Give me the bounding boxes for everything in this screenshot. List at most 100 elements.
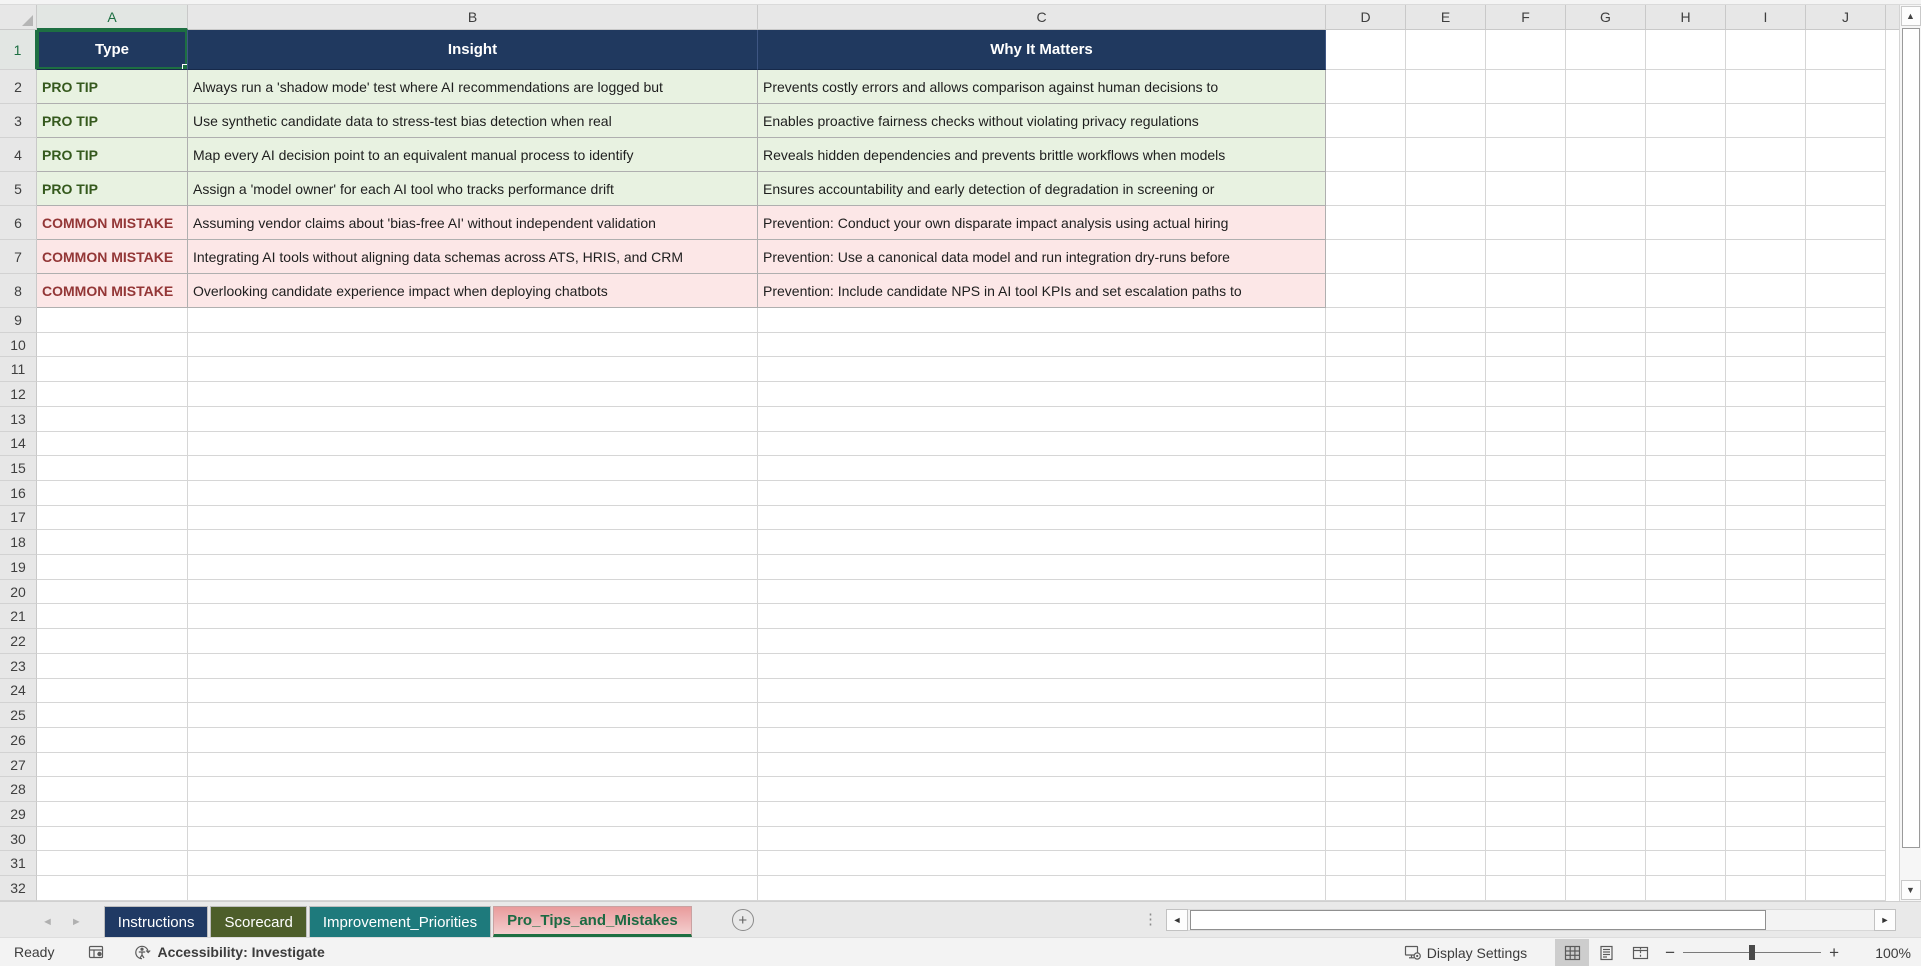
- row-header-26[interactable]: 26: [0, 727, 37, 753]
- cell-H13[interactable]: [1646, 406, 1726, 432]
- cell-J31[interactable]: [1806, 851, 1886, 877]
- cell-E22[interactable]: [1406, 629, 1486, 654]
- cell-A23[interactable]: [37, 653, 188, 679]
- cell-E6[interactable]: [1406, 206, 1486, 240]
- cell-D5[interactable]: [1326, 172, 1406, 206]
- cell-J15[interactable]: [1806, 456, 1886, 481]
- column-header-C[interactable]: C: [758, 5, 1326, 30]
- cell-B17[interactable]: [188, 505, 758, 531]
- cell-I11[interactable]: [1726, 357, 1806, 383]
- cell-G30[interactable]: [1566, 826, 1646, 852]
- cell-H10[interactable]: [1646, 332, 1726, 358]
- row-header-18[interactable]: 18: [0, 530, 37, 556]
- cell-J26[interactable]: [1806, 727, 1886, 753]
- cell-A5[interactable]: PRO TIP: [37, 172, 188, 206]
- cell-I19[interactable]: [1726, 555, 1806, 580]
- cell-A22[interactable]: [37, 629, 188, 654]
- cell-A27[interactable]: [37, 752, 188, 778]
- cell-G2[interactable]: [1566, 70, 1646, 104]
- cell-H6[interactable]: [1646, 206, 1726, 240]
- cell-E5[interactable]: [1406, 172, 1486, 206]
- cell-F10[interactable]: [1486, 332, 1566, 358]
- cell-G27[interactable]: [1566, 752, 1646, 778]
- cell-H15[interactable]: [1646, 456, 1726, 481]
- cell-H32[interactable]: [1646, 876, 1726, 901]
- cell-C20[interactable]: [758, 579, 1326, 605]
- cell-A26[interactable]: [37, 727, 188, 753]
- cell-I20[interactable]: [1726, 579, 1806, 605]
- row-header-31[interactable]: 31: [0, 851, 37, 877]
- cell-H12[interactable]: [1646, 382, 1726, 407]
- cell-C23[interactable]: [758, 653, 1326, 679]
- cell-G22[interactable]: [1566, 629, 1646, 654]
- cell-C30[interactable]: [758, 826, 1326, 852]
- cell-C3[interactable]: Enables proactive fairness checks withou…: [758, 104, 1326, 138]
- cell-D21[interactable]: [1326, 604, 1406, 630]
- cell-J5[interactable]: [1806, 172, 1886, 206]
- cell-H22[interactable]: [1646, 629, 1726, 654]
- row-header-3[interactable]: 3: [0, 104, 37, 138]
- horizontal-scroll-track[interactable]: [1188, 909, 1874, 931]
- cell-E11[interactable]: [1406, 357, 1486, 383]
- cell-C24[interactable]: [758, 678, 1326, 704]
- cell-E20[interactable]: [1406, 579, 1486, 605]
- row-header-5[interactable]: 5: [0, 172, 37, 206]
- sheet-tab-improvement-priorities[interactable]: Improvement_Priorities: [308, 906, 492, 937]
- cell-E29[interactable]: [1406, 802, 1486, 827]
- cell-C6[interactable]: Prevention: Conduct your own disparate i…: [758, 206, 1326, 240]
- cell-A6[interactable]: COMMON MISTAKE: [37, 206, 188, 240]
- sheet-tab-pro-tips-and-mistakes[interactable]: Pro_Tips_and_Mistakes: [493, 906, 692, 937]
- cell-I1[interactable]: [1726, 30, 1806, 70]
- cell-G20[interactable]: [1566, 579, 1646, 605]
- cell-C22[interactable]: [758, 629, 1326, 654]
- cell-H16[interactable]: [1646, 480, 1726, 506]
- cell-H20[interactable]: [1646, 579, 1726, 605]
- cell-F18[interactable]: [1486, 530, 1566, 556]
- cell-B22[interactable]: [188, 629, 758, 654]
- cell-A1[interactable]: Type: [37, 30, 188, 70]
- cell-I24[interactable]: [1726, 678, 1806, 704]
- cell-E13[interactable]: [1406, 406, 1486, 432]
- cell-D24[interactable]: [1326, 678, 1406, 704]
- page-layout-view-button[interactable]: [1589, 939, 1623, 966]
- cell-I23[interactable]: [1726, 653, 1806, 679]
- row-header-2[interactable]: 2: [0, 70, 37, 104]
- cell-J30[interactable]: [1806, 826, 1886, 852]
- column-header-G[interactable]: G: [1566, 5, 1646, 30]
- row-header-25[interactable]: 25: [0, 703, 37, 728]
- cell-G23[interactable]: [1566, 653, 1646, 679]
- cell-F22[interactable]: [1486, 629, 1566, 654]
- cell-C26[interactable]: [758, 727, 1326, 753]
- cell-E24[interactable]: [1406, 678, 1486, 704]
- cell-A25[interactable]: [37, 703, 188, 728]
- column-header-J[interactable]: J: [1806, 5, 1886, 30]
- cell-J12[interactable]: [1806, 382, 1886, 407]
- cell-J25[interactable]: [1806, 703, 1886, 728]
- cell-I3[interactable]: [1726, 104, 1806, 138]
- cell-H25[interactable]: [1646, 703, 1726, 728]
- cell-B30[interactable]: [188, 826, 758, 852]
- cell-E23[interactable]: [1406, 653, 1486, 679]
- cell-F17[interactable]: [1486, 505, 1566, 531]
- cell-C25[interactable]: [758, 703, 1326, 728]
- cell-F32[interactable]: [1486, 876, 1566, 901]
- cell-J19[interactable]: [1806, 555, 1886, 580]
- cell-B10[interactable]: [188, 332, 758, 358]
- cell-I17[interactable]: [1726, 505, 1806, 531]
- cell-G7[interactable]: [1566, 240, 1646, 274]
- cell-D9[interactable]: [1326, 308, 1406, 333]
- cell-C21[interactable]: [758, 604, 1326, 630]
- cell-C28[interactable]: [758, 777, 1326, 803]
- cell-E14[interactable]: [1406, 431, 1486, 457]
- cell-G29[interactable]: [1566, 802, 1646, 827]
- cell-A7[interactable]: COMMON MISTAKE: [37, 240, 188, 274]
- cell-I7[interactable]: [1726, 240, 1806, 274]
- cell-G15[interactable]: [1566, 456, 1646, 481]
- cell-D20[interactable]: [1326, 579, 1406, 605]
- cell-J20[interactable]: [1806, 579, 1886, 605]
- fill-handle[interactable]: [182, 64, 187, 69]
- cell-B21[interactable]: [188, 604, 758, 630]
- cell-J22[interactable]: [1806, 629, 1886, 654]
- cell-A13[interactable]: [37, 406, 188, 432]
- cell-I13[interactable]: [1726, 406, 1806, 432]
